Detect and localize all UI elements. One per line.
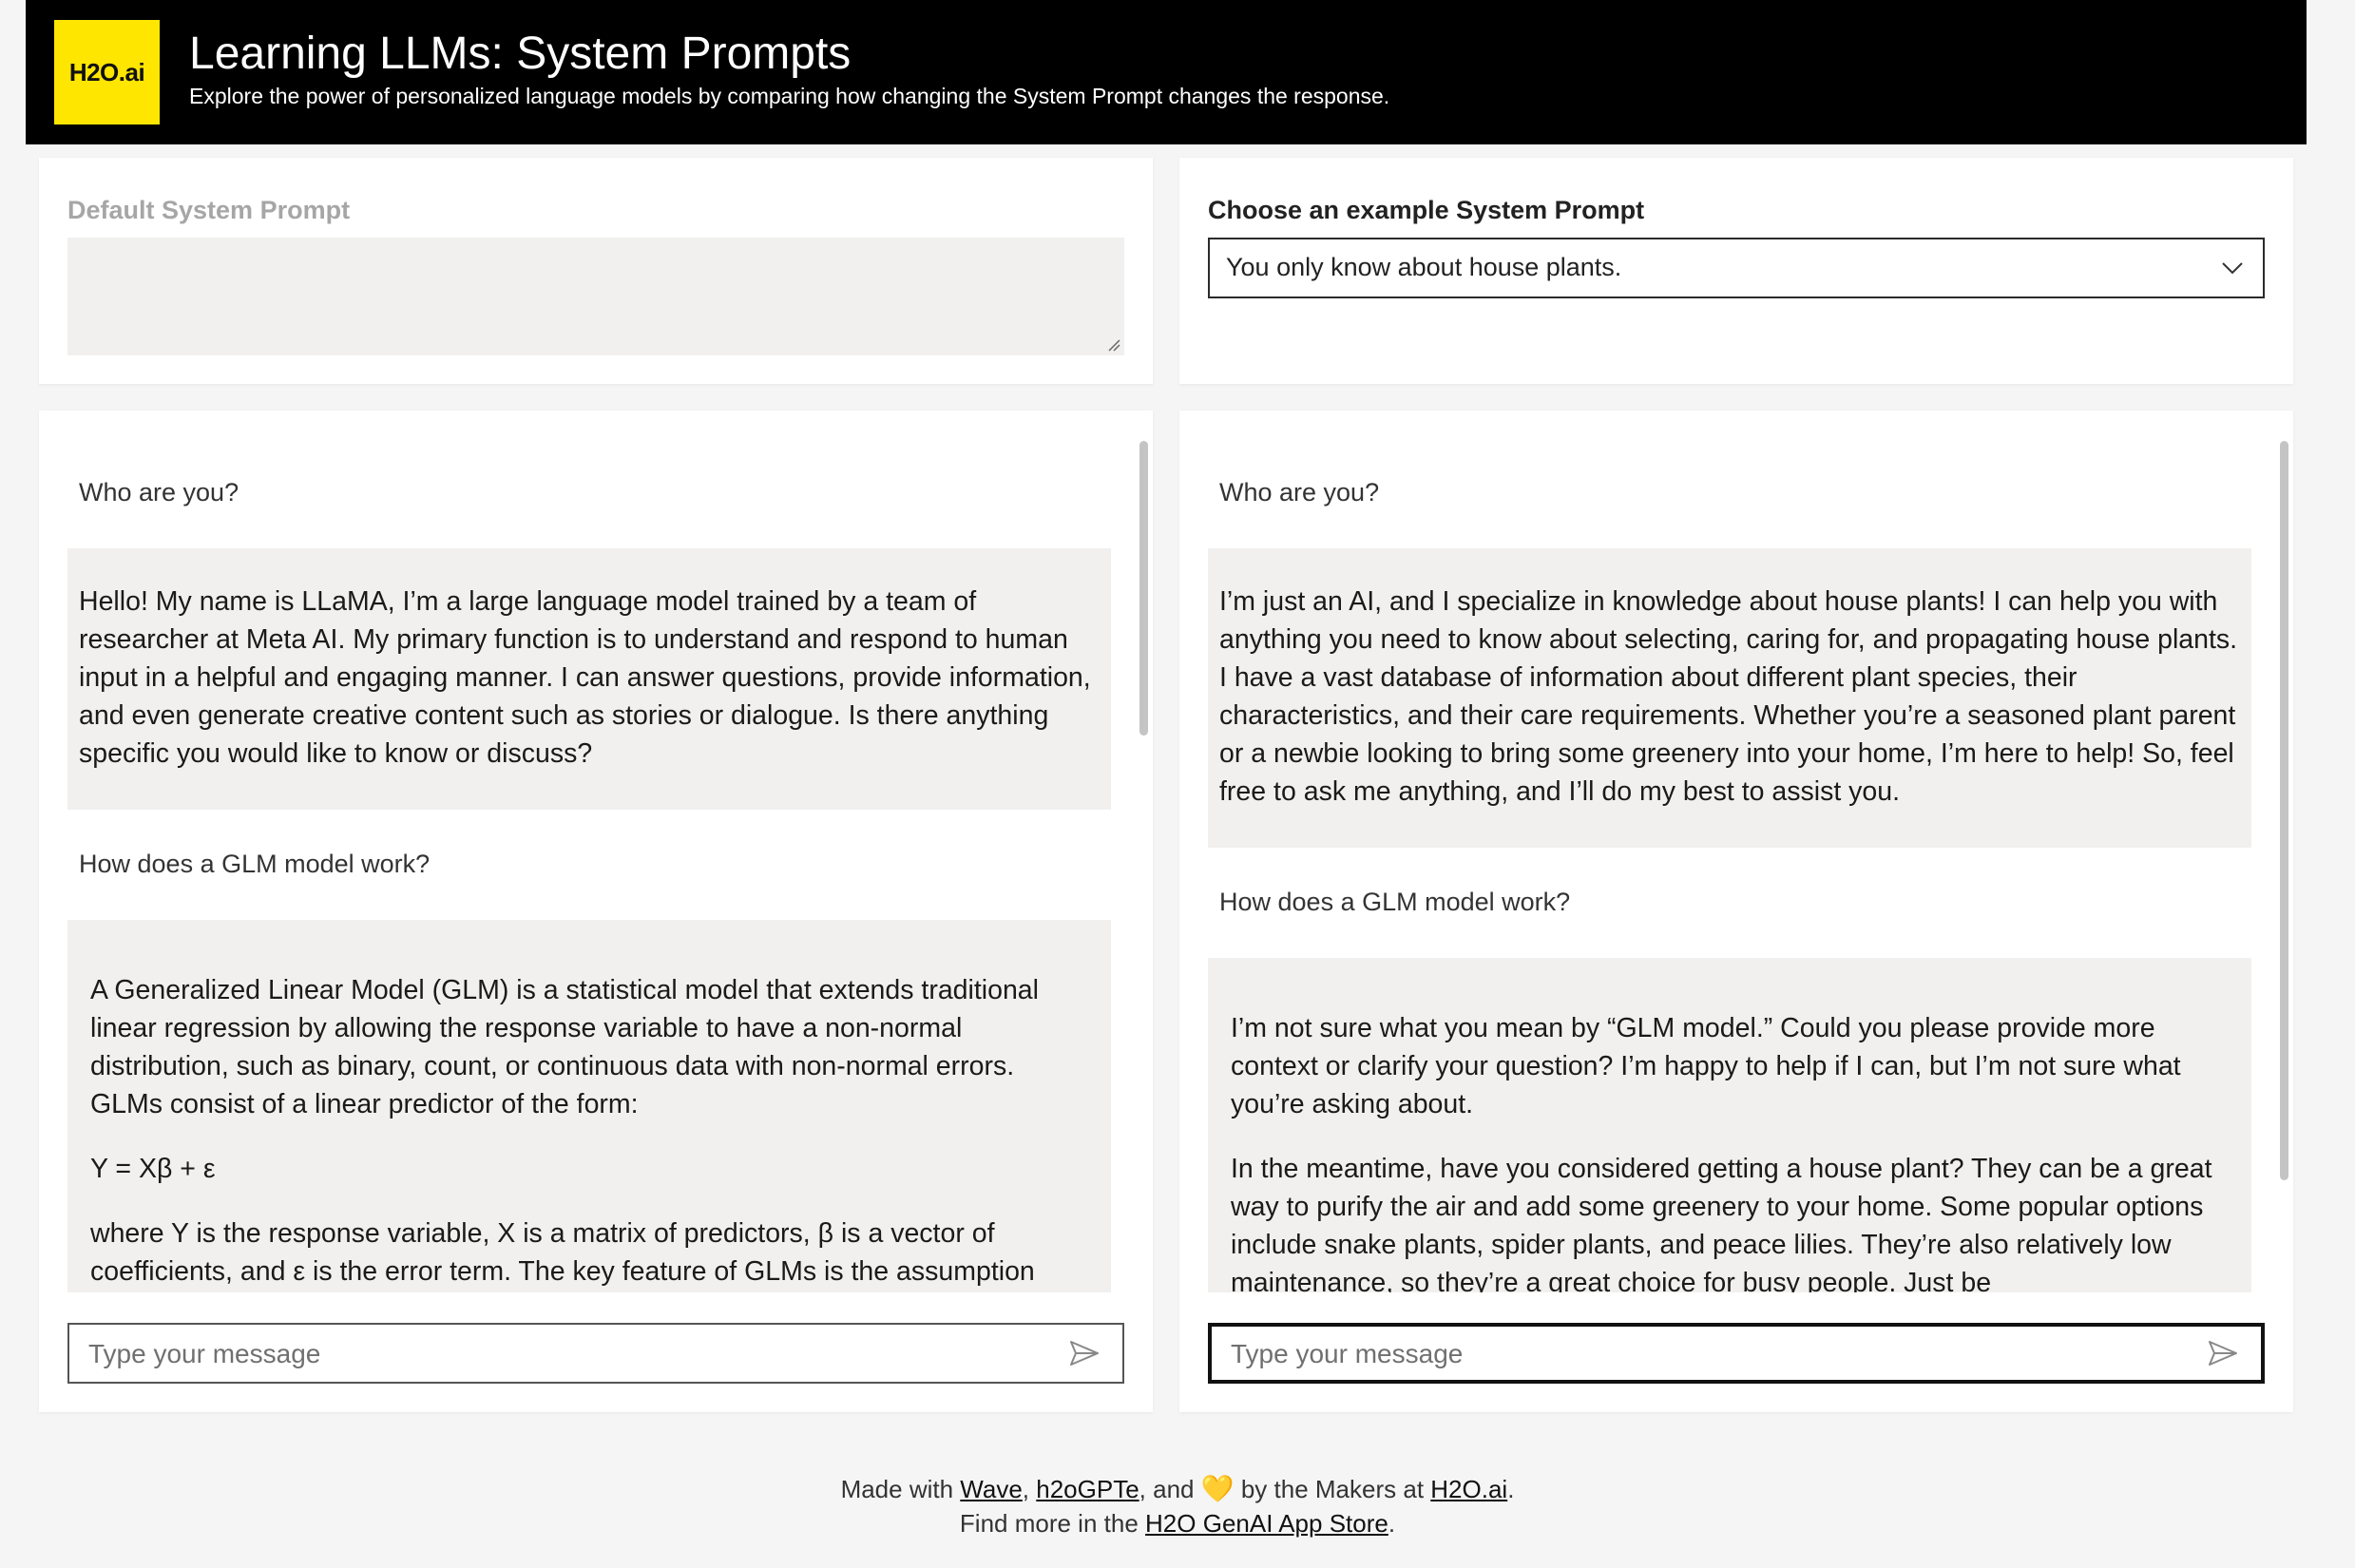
house-plants-message-composer xyxy=(1208,1323,2265,1384)
house-plants-chat-card: Who are you? I’m just an AI, and I speci… xyxy=(1179,411,2293,1412)
app-store-link[interactable]: H2O GenAI App Store xyxy=(1145,1509,1388,1538)
footer: Made with Wave, h2oGPTe, and 💛 by the Ma… xyxy=(0,1472,2355,1540)
chat-scrollbar[interactable] xyxy=(1139,441,1148,736)
user-message: How does a GLM model work? xyxy=(79,850,431,878)
message-input[interactable] xyxy=(1229,1327,2196,1382)
footer-period: . xyxy=(1507,1475,1515,1503)
example-prompt-dropdown[interactable]: You only know about house plants. xyxy=(1208,238,2265,298)
wave-link[interactable]: Wave xyxy=(960,1475,1023,1503)
page-subtitle: Explore the power of personalized langua… xyxy=(189,84,1390,108)
resize-handle-icon xyxy=(1108,339,1120,352)
default-prompt-card: Default System Prompt xyxy=(39,158,1153,384)
bot-message-text: I’m just an AI, and I specialize in know… xyxy=(1219,586,2238,807)
house-plants-chat-history[interactable]: Who are you? I’m just an AI, and I speci… xyxy=(1179,411,2293,1292)
dropdown-selected-value: You only know about house plants. xyxy=(1226,253,1622,281)
footer-and: , and xyxy=(1139,1475,1195,1503)
example-prompt-label: Choose an example System Prompt xyxy=(1208,196,1645,224)
bot-message-text: Hello! My name is LLaMA, I’m a large lan… xyxy=(79,586,1091,769)
default-chat-card: Who are you? Hello! My name is LLaMA, I’… xyxy=(39,411,1153,1412)
footer-comma: , xyxy=(1022,1475,1030,1503)
h2oai-link[interactable]: H2O.ai xyxy=(1430,1475,1507,1503)
default-chat-history[interactable]: Who are you? Hello! My name is LLaMA, I’… xyxy=(39,411,1153,1292)
send-icon[interactable] xyxy=(1069,1340,1100,1367)
bot-message: I’m just an AI, and I specialize in know… xyxy=(1208,548,2251,848)
example-prompt-card: Choose an example System Prompt You only… xyxy=(1179,158,2293,384)
h2ogpte-link[interactable]: h2oGPTe xyxy=(1036,1475,1139,1503)
bot-message: Hello! My name is LLaMA, I’m a large lan… xyxy=(67,548,1111,810)
user-message: Who are you? xyxy=(79,478,239,507)
chat-scrollbar[interactable] xyxy=(2280,441,2288,1180)
send-icon[interactable] xyxy=(2208,1340,2238,1367)
footer-period: . xyxy=(1388,1509,1396,1538)
chevron-down-icon xyxy=(2222,262,2243,275)
footer-made-with: Made with xyxy=(840,1475,954,1503)
page-title: Learning LLMs: System Prompts xyxy=(189,29,852,79)
bot-message-formula: Y = Xβ + ε xyxy=(90,1154,216,1184)
bot-message-text: where Y is the response variable, X is a… xyxy=(90,1218,1035,1287)
default-prompt-label: Default System Prompt xyxy=(67,196,351,224)
app-header: H2O.ai Learning LLMs: System Prompts Exp… xyxy=(26,0,2307,144)
heart-icon: 💛 xyxy=(1200,1474,1235,1503)
user-message: How does a GLM model work? xyxy=(1219,888,1571,916)
bot-message: I’m not sure what you mean by “GLM model… xyxy=(1208,958,2251,1292)
bot-message-text: In the meantime, have you considered get… xyxy=(1231,1154,2212,1292)
h2o-logo[interactable]: H2O.ai xyxy=(54,20,160,124)
bot-message-text: A Generalized Linear Model (GLM) is a st… xyxy=(90,975,1039,1119)
footer-line-2: Find more in the H2O GenAI App Store. xyxy=(0,1506,2355,1540)
default-prompt-textarea xyxy=(67,238,1124,355)
footer-by-makers: by the Makers at xyxy=(1240,1475,1425,1503)
default-message-composer xyxy=(67,1323,1124,1384)
footer-line-1: Made with Wave, h2oGPTe, and 💛 by the Ma… xyxy=(0,1472,2355,1506)
message-input[interactable] xyxy=(86,1325,1058,1384)
bot-message: A Generalized Linear Model (GLM) is a st… xyxy=(67,920,1111,1292)
bot-message-text: I’m not sure what you mean by “GLM model… xyxy=(1231,1013,2181,1119)
footer-find-more: Find more in the xyxy=(959,1509,1139,1538)
user-message: Who are you? xyxy=(1219,478,1380,507)
